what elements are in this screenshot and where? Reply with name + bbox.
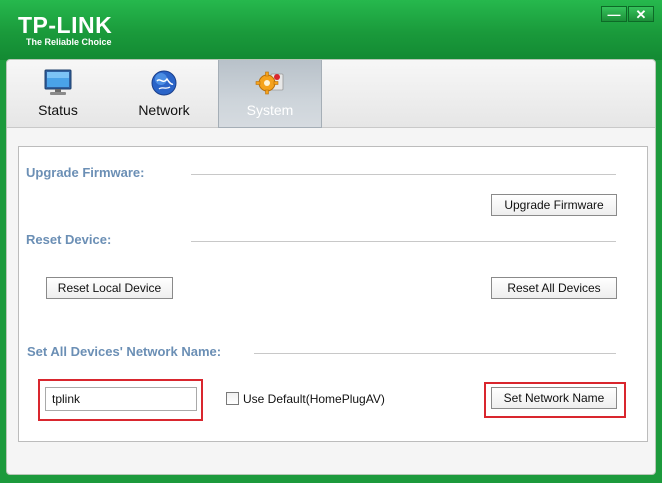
reset-device-heading: Reset Device: bbox=[26, 232, 112, 247]
minimize-icon: — bbox=[607, 6, 621, 22]
brand-logo: TP-LINK bbox=[18, 12, 113, 38]
brand-tagline: The Reliable Choice bbox=[26, 37, 112, 47]
tab-system[interactable]: System bbox=[218, 60, 322, 128]
upgrade-firmware-button[interactable]: Upgrade Firmware bbox=[491, 194, 617, 216]
reset-divider bbox=[191, 241, 616, 242]
tab-status-label: Status bbox=[38, 102, 78, 118]
set-network-name-button[interactable]: Set Network Name bbox=[491, 387, 617, 409]
tab-status[interactable]: Status bbox=[7, 60, 109, 128]
globe-icon bbox=[151, 70, 177, 96]
network-name-input[interactable] bbox=[45, 387, 197, 411]
network-name-divider bbox=[254, 353, 616, 354]
title-bar: TP-LINK The Reliable Choice — ✕ bbox=[0, 0, 662, 60]
minimize-button[interactable]: — bbox=[601, 6, 627, 22]
reset-all-devices-button[interactable]: Reset All Devices bbox=[491, 277, 617, 299]
system-content: Upgrade Firmware: Upgrade Firmware Reset… bbox=[18, 146, 648, 442]
monitor-icon bbox=[44, 69, 72, 95]
use-default-checkbox[interactable] bbox=[226, 392, 239, 405]
close-icon: ✕ bbox=[635, 6, 647, 22]
tab-network-label: Network bbox=[138, 102, 190, 118]
tab-bar: Status Network System bbox=[7, 60, 655, 128]
gears-icon bbox=[255, 71, 284, 95]
tab-network[interactable]: Network bbox=[113, 60, 215, 128]
upgrade-divider bbox=[191, 174, 616, 175]
use-default-label[interactable]: Use Default(HomePlugAV) bbox=[243, 392, 385, 406]
reset-local-device-button[interactable]: Reset Local Device bbox=[46, 277, 173, 299]
close-button[interactable]: ✕ bbox=[628, 6, 654, 22]
tab-system-label: System bbox=[246, 102, 294, 118]
main-window: Status Network System Upgrade Firmware: … bbox=[6, 59, 656, 475]
network-name-heading: Set All Devices' Network Name: bbox=[27, 344, 222, 359]
upgrade-firmware-heading: Upgrade Firmware: bbox=[26, 165, 145, 180]
